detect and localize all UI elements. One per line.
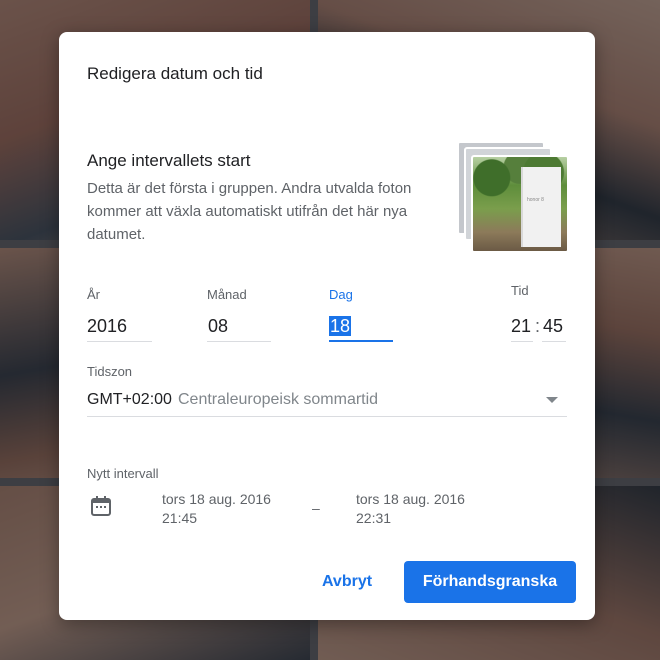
time-separator: :: [535, 316, 541, 336]
interval-end-time: 22:31: [356, 510, 392, 526]
edit-date-time-dialog: Redigera datum och tid Ange intervallets…: [59, 32, 595, 620]
day-field-underline: [329, 340, 393, 342]
time-label: Tid: [511, 283, 529, 298]
year-field-underline: [87, 341, 152, 342]
day-field-selection: 18: [329, 316, 352, 336]
cancel-button[interactable]: Avbryt: [307, 561, 387, 603]
day-field[interactable]: 18: [329, 316, 352, 337]
minute-field[interactable]: 45: [543, 316, 563, 337]
year-field[interactable]: 2016: [87, 316, 127, 337]
dialog-title: Redigera datum och tid: [87, 64, 263, 83]
photo-thumbnail-stack: honor 8: [457, 141, 569, 253]
timezone-offset: GMT+02:00: [87, 391, 172, 408]
month-field-underline: [207, 341, 271, 342]
section-heading: Ange intervallets start: [87, 151, 251, 170]
timezone-name: Centraleuropeisk sommartid: [178, 391, 379, 408]
timezone-label: Tidszon: [87, 364, 133, 379]
interval-label: Nytt intervall: [87, 466, 159, 481]
interval-end-date: tors 18 aug. 2016: [356, 491, 465, 507]
year-label: År: [87, 287, 100, 302]
hour-field[interactable]: 21: [511, 316, 531, 337]
product-box-text: honor 8: [527, 197, 544, 203]
calendar-icon: [91, 496, 111, 516]
timezone-underline: [87, 416, 567, 417]
month-field[interactable]: 08: [208, 316, 228, 337]
dropdown-caret-icon[interactable]: [546, 397, 558, 403]
minute-field-underline: [542, 341, 566, 342]
photo-thumbnail: honor 8: [471, 155, 569, 253]
month-label: Månad: [207, 287, 247, 302]
interval-start-time: 21:45: [162, 510, 198, 526]
preview-button[interactable]: Förhandsgranska: [404, 561, 576, 603]
day-label: Dag: [329, 287, 353, 302]
section-description: Detta är det första i gruppen. Andra utv…: [87, 180, 412, 243]
hour-field-underline: [511, 341, 533, 342]
interval-separator: –: [312, 500, 320, 516]
product-box-image: honor 8: [521, 167, 561, 247]
interval-start-date: tors 18 aug. 2016: [162, 491, 271, 507]
